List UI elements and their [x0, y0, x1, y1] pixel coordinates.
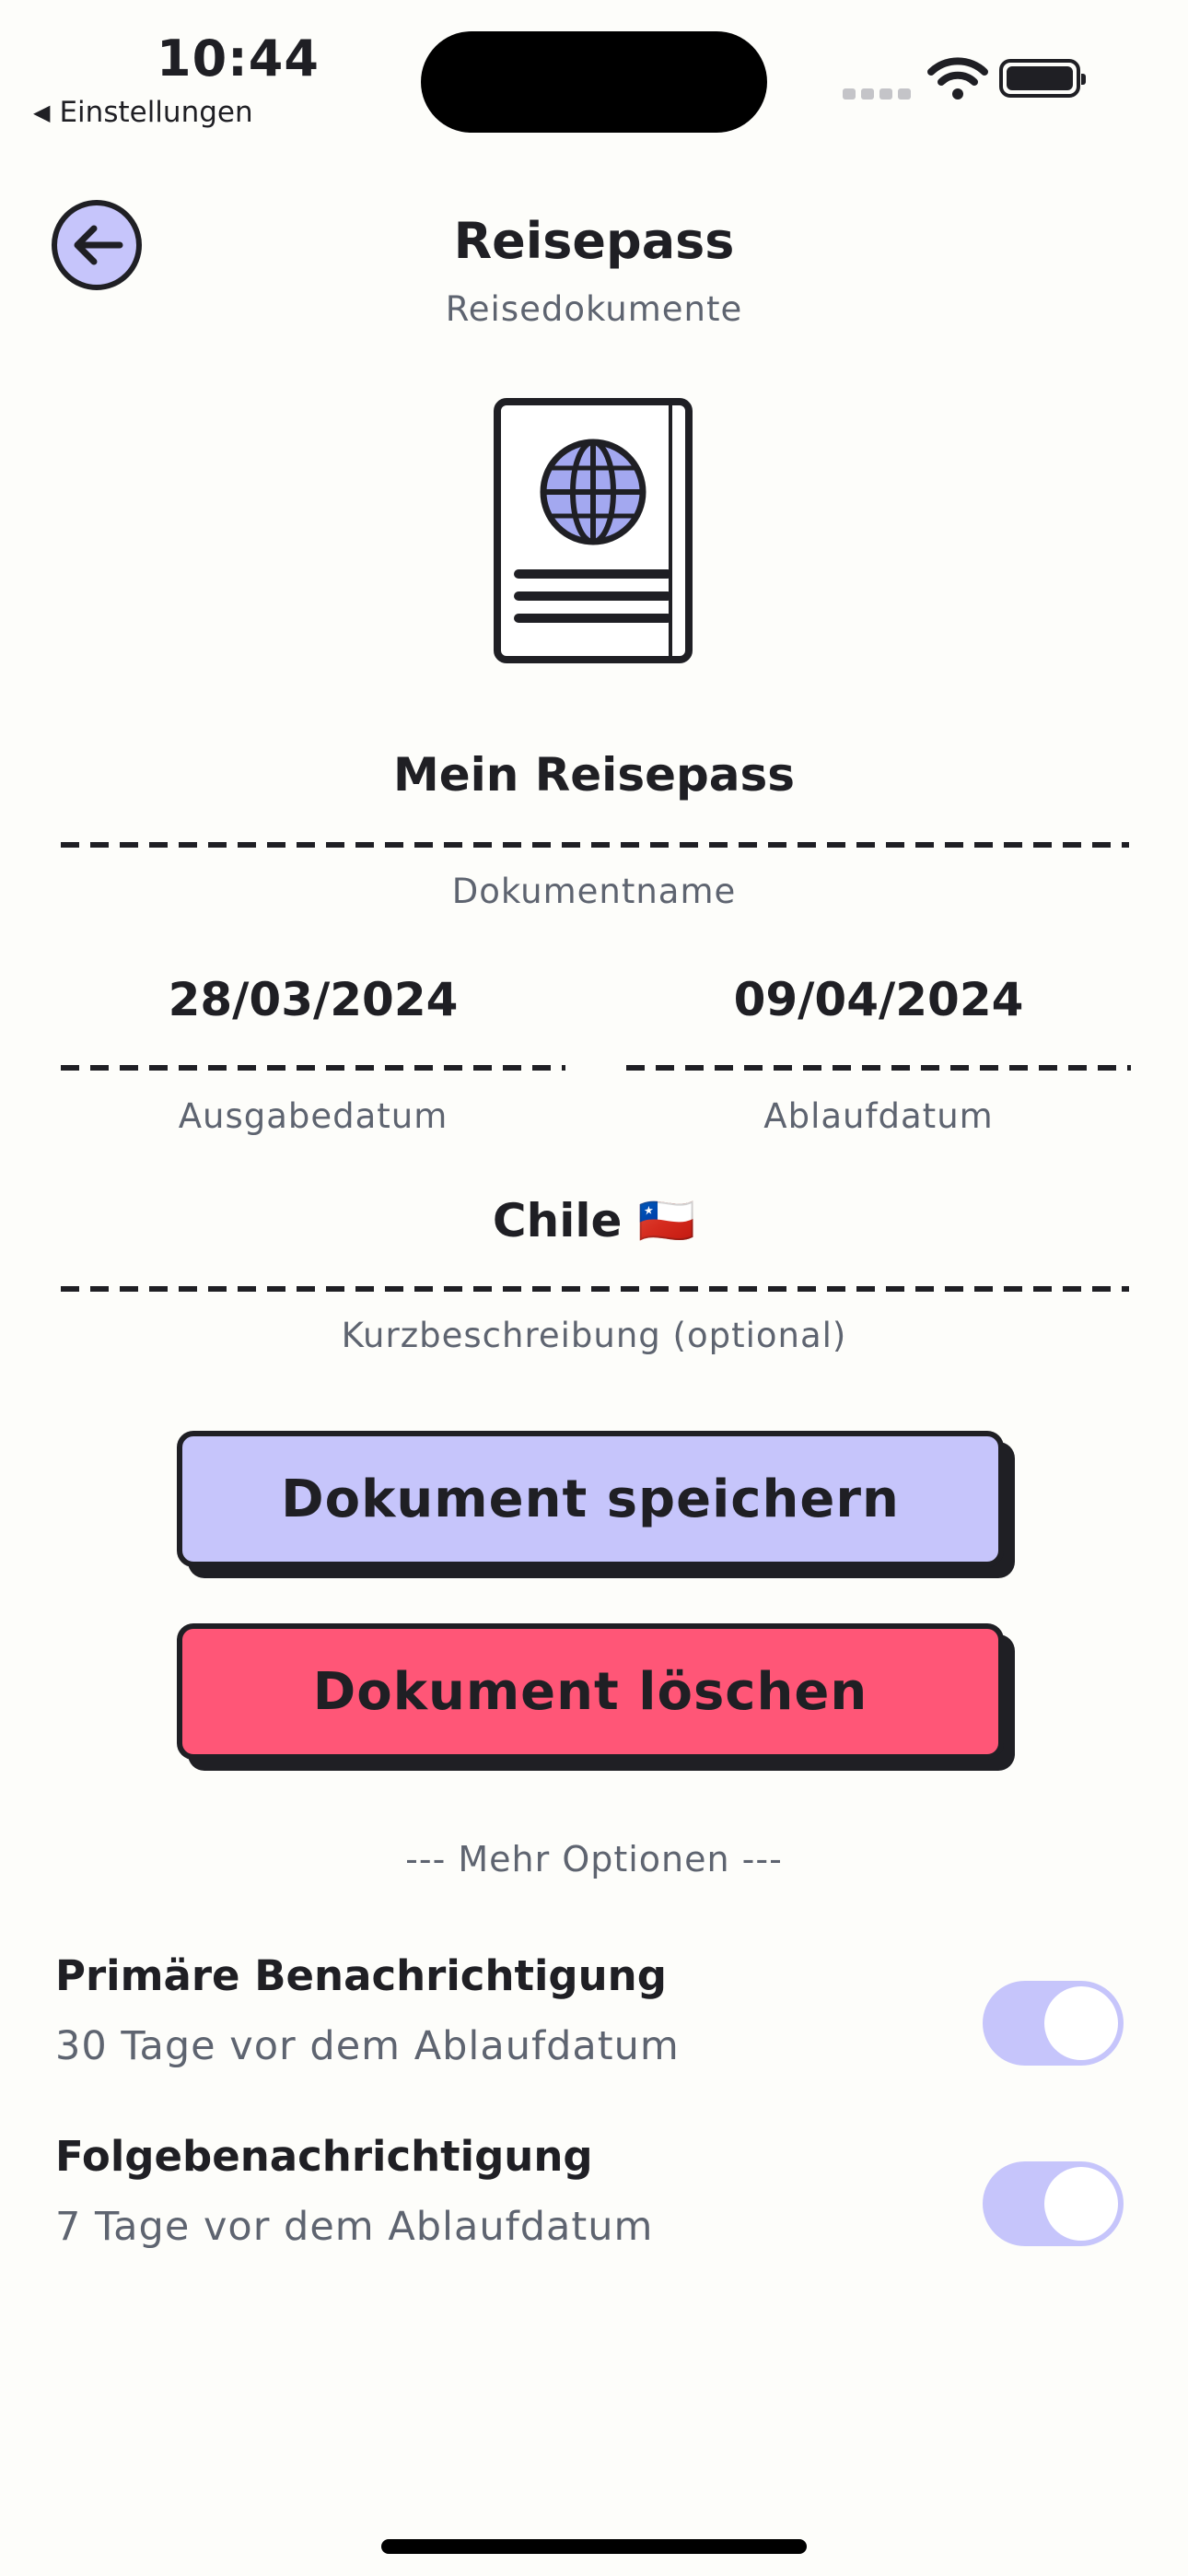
followup-notification-title: Folgebenachrichtigung: [55, 2132, 593, 2181]
primary-notification-toggle[interactable]: [983, 1981, 1124, 2066]
passport-icon: [494, 398, 693, 663]
expiry-date-underline: [626, 1065, 1131, 1071]
document-name-label: Dokumentname: [451, 872, 737, 911]
issue-date-underline: [61, 1065, 565, 1071]
description-label: Kurzbeschreibung (optional): [341, 1316, 847, 1355]
battery-icon: [999, 59, 1086, 98]
followup-notification-subtitle: 7 Tage vor dem Ablaufdatum: [55, 2204, 654, 2250]
expiry-date-input[interactable]: 09/04/2024: [626, 973, 1131, 1026]
screen: 10:44 ◀ Einstellungen Reisepass Reisedok…: [0, 0, 1188, 2576]
issue-date-input[interactable]: 28/03/2024: [61, 973, 565, 1026]
back-triangle-icon: ◀: [33, 100, 51, 125]
wifi-icon: [927, 57, 988, 100]
description-input[interactable]: Chile 🇨🇱: [61, 1194, 1127, 1248]
primary-notification-title: Primäre Benachrichtigung: [55, 1951, 667, 2000]
toggle-knob: [1044, 1986, 1118, 2060]
issue-date-label: Ausgabedatum: [178, 1096, 448, 1136]
status-back-label: Einstellungen: [59, 96, 253, 129]
status-time: 10:44: [157, 29, 320, 88]
dynamic-island: [421, 31, 767, 133]
status-back-link[interactable]: ◀ Einstellungen: [33, 96, 253, 129]
followup-notification-toggle[interactable]: [983, 2161, 1124, 2246]
page-title: Reisepass: [453, 212, 735, 270]
more-options-divider: --- Mehr Optionen ---: [405, 1839, 783, 1879]
primary-notification-subtitle: 30 Tage vor dem Ablaufdatum: [55, 2023, 680, 2069]
delete-document-button[interactable]: Dokument löschen: [177, 1623, 1004, 1760]
save-document-button[interactable]: Dokument speichern: [177, 1431, 1004, 1567]
description-underline: [61, 1286, 1129, 1292]
toggle-knob: [1044, 2167, 1118, 2241]
document-name-input[interactable]: Mein Reisepass: [61, 748, 1127, 802]
home-indicator[interactable]: [381, 2539, 807, 2554]
status-indicators: [843, 55, 1086, 101]
cellular-signal-icon: [843, 88, 911, 100]
expiry-date-label: Ablaufdatum: [763, 1096, 994, 1136]
page-subtitle: Reisedokumente: [445, 289, 743, 329]
document-name-underline: [61, 842, 1129, 848]
